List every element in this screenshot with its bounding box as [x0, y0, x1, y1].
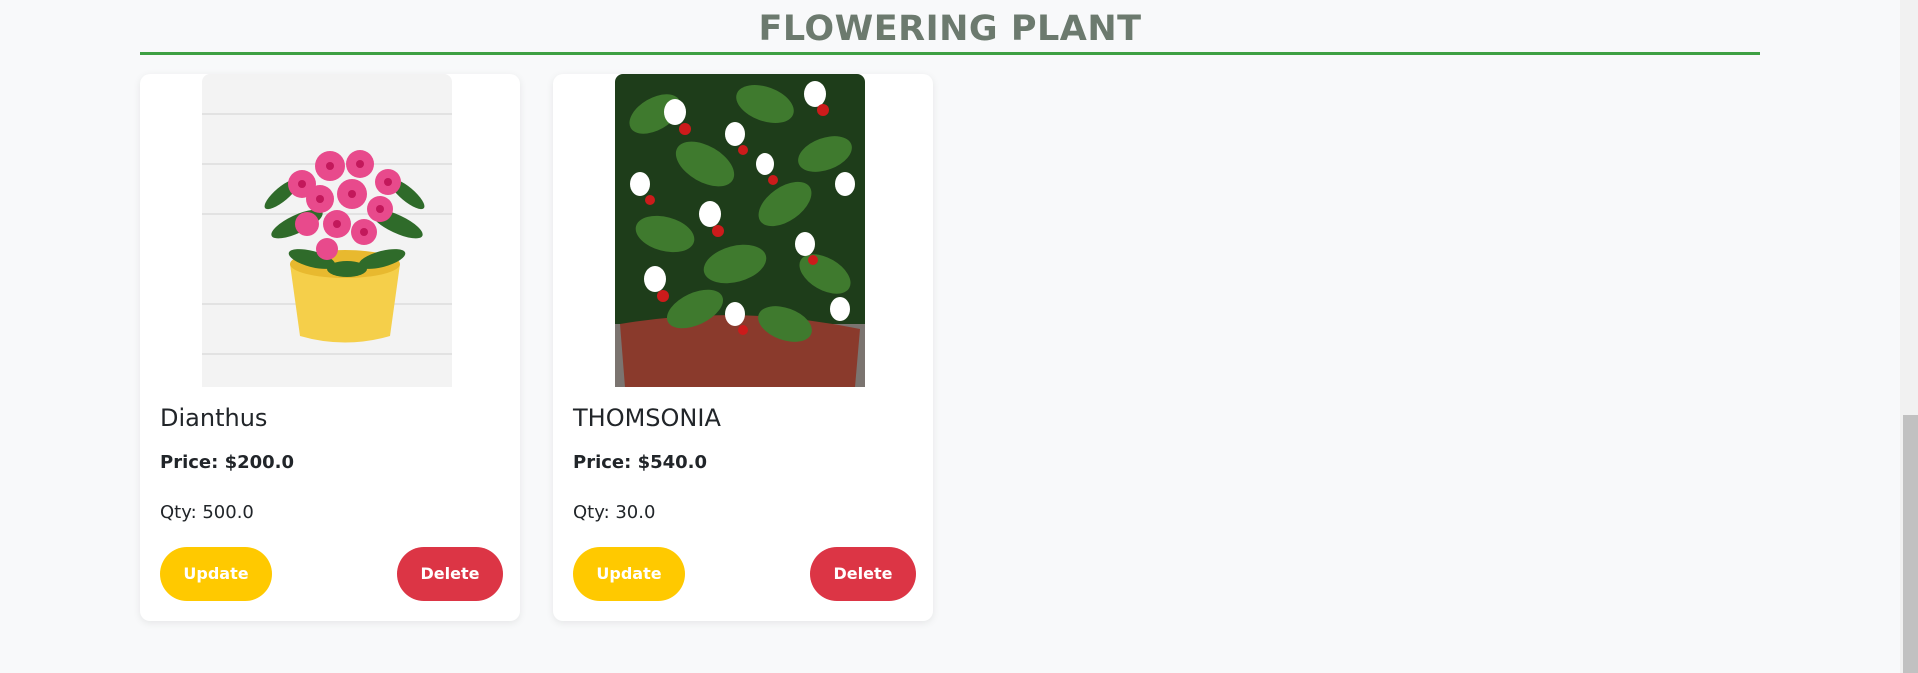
- product-image: [202, 74, 452, 387]
- product-card: THOMSONIA Price: $540.0 Qty: 30.0 Update…: [553, 74, 933, 621]
- product-qty: Qty: 500.0: [160, 502, 254, 523]
- delete-button[interactable]: Delete: [397, 547, 503, 601]
- section-title: FLOWERING PLANT: [758, 9, 1142, 49]
- update-button[interactable]: Update: [573, 547, 685, 601]
- product-image: [615, 74, 865, 387]
- potted-pink-dianthus-image: [202, 74, 452, 387]
- scrollbar-thumb[interactable]: [1903, 415, 1918, 673]
- product-price: Price: $540.0: [573, 452, 708, 473]
- title-underline: [140, 52, 1760, 55]
- update-button[interactable]: Update: [160, 547, 272, 601]
- product-price: Price: $200.0: [160, 452, 295, 473]
- product-name: THOMSONIA: [573, 404, 721, 432]
- product-page: FLOWERING PLANT Dianthus Price: $200.0 Q…: [0, 0, 1918, 673]
- product-qty: Qty: 30.0: [573, 502, 656, 523]
- bleeding-heart-vine-image: [615, 74, 865, 387]
- delete-button[interactable]: Delete: [810, 547, 916, 601]
- product-name: Dianthus: [160, 404, 268, 432]
- product-card: Dianthus Price: $200.0 Qty: 500.0 Update…: [140, 74, 520, 621]
